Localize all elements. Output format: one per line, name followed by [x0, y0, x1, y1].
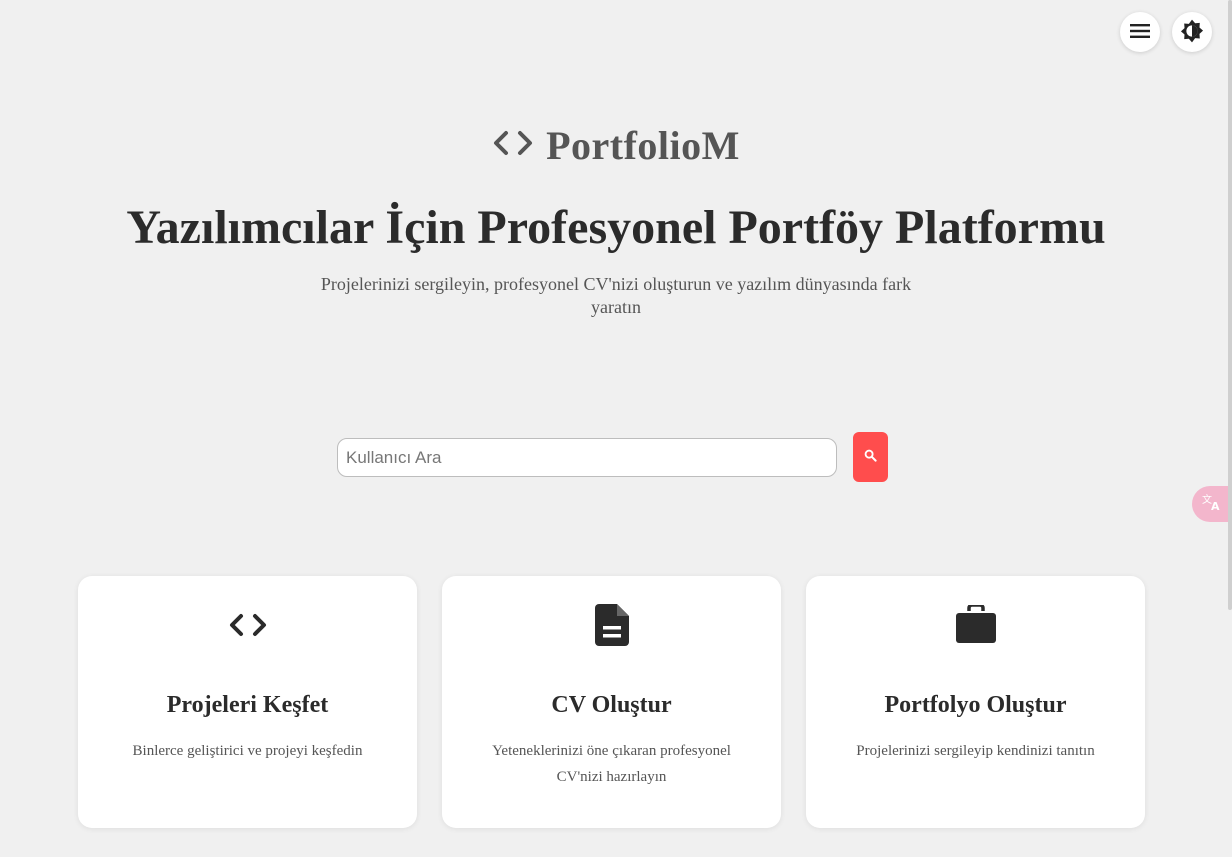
translate-icon: 文 A: [1202, 492, 1224, 517]
search-icon: [864, 449, 877, 465]
card-explore-projects[interactable]: Projeleri Keşfet Binlerce geliştirici ve…: [78, 576, 417, 828]
page: PortfolioM Yazılımcılar İçin Profesyonel…: [0, 0, 1232, 857]
card-title: Projeleri Keşfet: [166, 692, 329, 718]
document-icon: [442, 604, 781, 646]
scrollbar[interactable]: [1228, 0, 1232, 610]
menu-icon: [1130, 23, 1150, 42]
card-description: Binlerce geliştirici ve projeyi keşfedin: [132, 743, 363, 759]
card-create-portfolio[interactable]: Portfolyo Oluştur Projelerinizi sergiley…: [806, 576, 1145, 828]
translate-button[interactable]: 文 A: [1192, 486, 1232, 522]
svg-text:A: A: [1211, 500, 1220, 512]
search-button[interactable]: [853, 432, 888, 482]
theme-toggle-button[interactable]: [1172, 12, 1212, 52]
top-controls: [1120, 12, 1212, 52]
card-description: Yeteneklerinizi öne çıkaran profesyonel …: [492, 743, 731, 785]
search-input[interactable]: [337, 438, 837, 477]
hero-subtitle: Projelerinizi sergileyin, profesyonel CV…: [320, 274, 912, 317]
card-title: Portfolyo Oluştur: [884, 692, 1067, 718]
feature-cards: Projeleri Keşfet Binlerce geliştirici ve…: [78, 576, 1145, 828]
card-title: CV Oluştur: [551, 692, 672, 718]
logo-text: PortfolioM: [546, 123, 740, 168]
code-icon: [78, 604, 417, 646]
brightness-icon: [1179, 18, 1205, 47]
card-create-cv[interactable]: CV Oluştur Yeteneklerinizi öne çıkaran p…: [442, 576, 781, 828]
menu-button[interactable]: [1120, 12, 1160, 52]
logo[interactable]: PortfolioM: [0, 122, 1232, 169]
code-icon: [492, 128, 534, 163]
briefcase-icon: [806, 604, 1145, 646]
page-title: Yazılımcılar İçin Profesyonel Portföy Pl…: [126, 201, 1106, 254]
card-description: Projelerinizi sergileyip kendinizi tanıt…: [856, 743, 1095, 759]
